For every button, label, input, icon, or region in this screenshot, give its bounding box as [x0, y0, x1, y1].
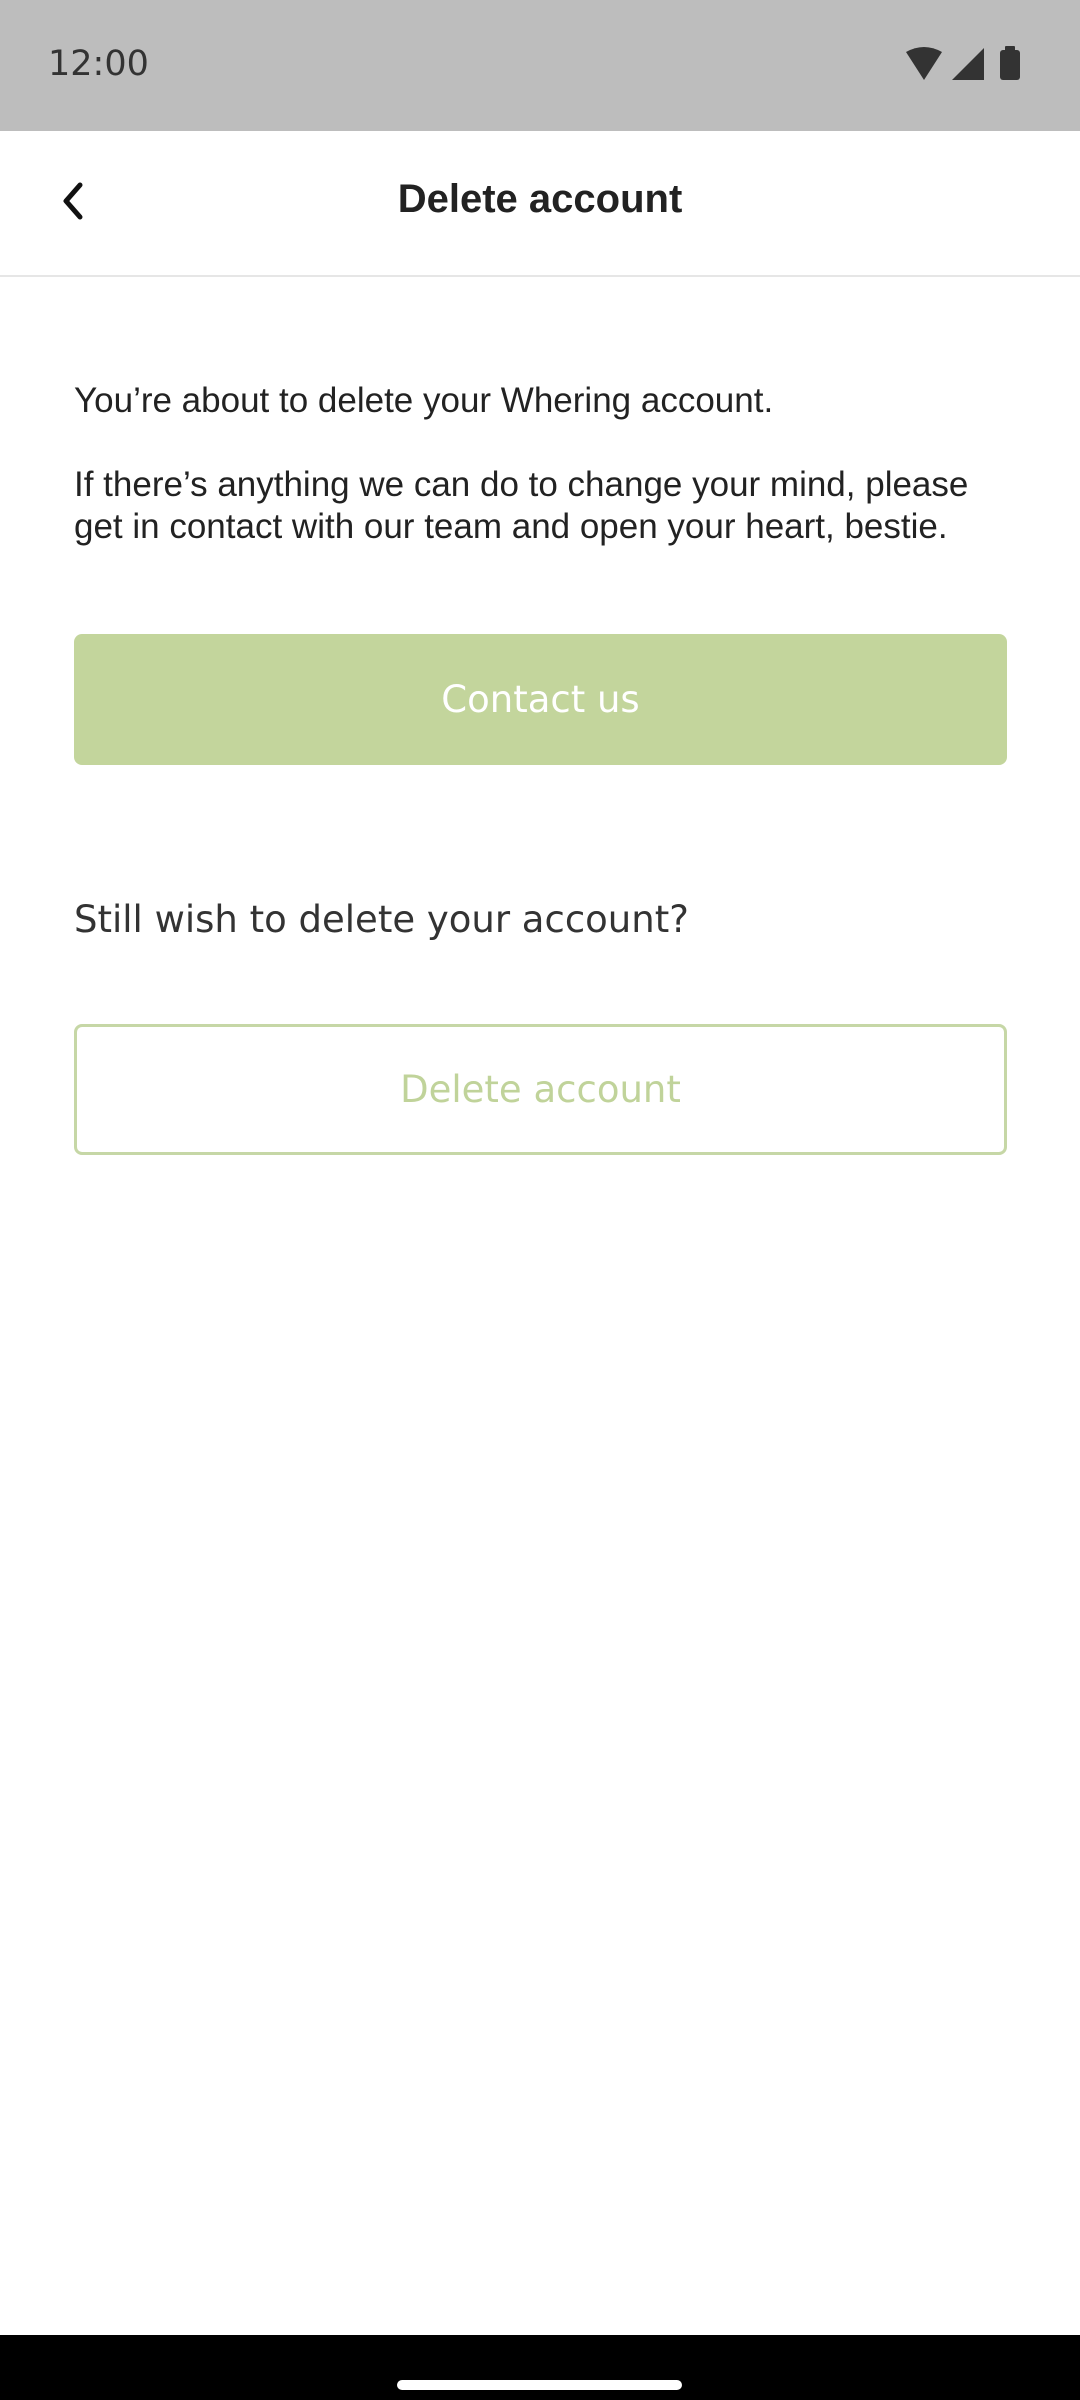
status-icons — [904, 46, 1032, 84]
home-gesture-handle[interactable] — [397, 2380, 682, 2390]
page-title: Delete account — [397, 177, 683, 221]
app-bar: Delete account — [0, 131, 1080, 277]
delete-info: You’re about to delete your Whering acco… — [74, 380, 1006, 548]
wifi-icon — [906, 47, 942, 80]
status-bar: 12:00 — [0, 0, 1080, 131]
delete-account-button[interactable]: Delete account — [74, 1024, 1007, 1155]
contact-prompt-text: If there’s anything we can do to change … — [74, 465, 969, 546]
still-wish-text: Still wish to delete your account? — [74, 898, 689, 941]
system-nav-bar — [0, 2335, 1080, 2400]
contact-us-button[interactable]: Contact us — [74, 634, 1007, 765]
cellular-signal-icon — [952, 48, 984, 80]
delete-warning-text: You’re about to delete your Whering acco… — [74, 381, 774, 420]
status-time: 12:00 — [48, 44, 149, 84]
battery-icon — [1000, 46, 1020, 80]
